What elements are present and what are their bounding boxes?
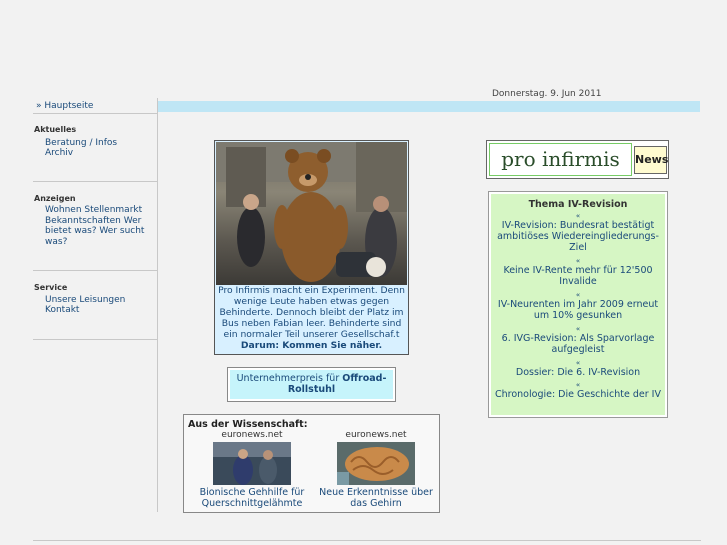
bullet-icon: « — [575, 359, 581, 367]
science-caption[interactable]: Neue Erkenntnisse über das Gehirn — [316, 487, 436, 509]
feature-teaser[interactable]: Pro Infirmis macht ein Experiment. Denn … — [214, 140, 409, 355]
iv-revision-box: Thema IV-Revision « IV-Revision: Bundesr… — [488, 191, 668, 418]
bullet-icon: « — [575, 291, 581, 299]
iv-news-item[interactable]: « IV-Revision: Bundesrat bestätigt ambit… — [495, 212, 661, 254]
sidebar-heading-aktuelles: Aktuelles — [34, 125, 77, 134]
iv-news-item[interactable]: « 6. IVG-Revision: Als Sparvorlage aufge… — [495, 325, 661, 356]
science-item[interactable]: euronews.net Bionische Gehhilfe für Quer… — [192, 430, 312, 509]
divider — [33, 339, 157, 340]
sidebar-heading-anzeigen: Anzeigen — [34, 194, 76, 203]
iv-news-item[interactable]: « Keine IV-Rente mehr für 12'500 Invalid… — [495, 257, 661, 288]
divider — [33, 181, 157, 182]
award-link-box[interactable]: Unternehmerpreis für Offroad-Rollstuhl — [227, 367, 396, 402]
science-box: Aus der Wissenschaft: euronews.net Bioni… — [183, 414, 440, 513]
science-title: Aus der Wissenschaft: — [188, 419, 308, 430]
iv-news-link[interactable]: 6. IVG-Revision: Als Sparvorlage aufgegl… — [502, 333, 655, 355]
sidebar-home-link[interactable]: » Hauptseite — [36, 101, 93, 111]
bullet-icon: « — [575, 381, 581, 389]
current-date: Donnerstag. 9. Jun 2011 — [492, 89, 602, 99]
sidebar-link-archiv[interactable]: Archiv — [45, 148, 150, 159]
sidebar-link-kontakt[interactable]: Kontakt — [45, 305, 150, 316]
sidebar-link-anzeigen[interactable]: Wohnen Stellenmarkt Bekanntschaften Wer … — [45, 205, 150, 247]
logo-news-box[interactable]: pro infirmis News — [486, 140, 669, 179]
sidebar: » Hauptseite Aktuelles Beratung / Infos … — [33, 98, 158, 512]
source-label: euronews.net — [345, 430, 407, 440]
bullet-icon: « — [575, 212, 581, 220]
bullet-icon: « — [575, 257, 581, 265]
footer-divider — [33, 540, 701, 541]
brain-thumbnail[interactable] — [337, 442, 415, 485]
science-caption[interactable]: Bionische Gehhilfe für Querschnittgelähm… — [192, 487, 312, 509]
exoskeleton-thumbnail[interactable] — [213, 442, 291, 485]
news-button[interactable]: News — [634, 146, 668, 174]
iv-news-link[interactable]: Keine IV-Rente mehr für 12'500 Invalide — [503, 265, 652, 287]
feature-description: Pro Infirmis macht ein Experiment. Denn … — [218, 285, 405, 340]
sidebar-heading-service: Service — [34, 283, 68, 292]
sidebar-link-beratung[interactable]: Beratung / Infos — [45, 138, 150, 149]
science-item[interactable]: euronews.net Neue Erkenntnisse über das … — [316, 430, 436, 509]
iv-news-link[interactable]: IV-Neurenten im Jahr 2009 erneut um 10% … — [498, 299, 658, 321]
iv-news-item[interactable]: « Chronologie: Die Geschichte der IV — [495, 381, 661, 401]
feature-text: Pro Infirmis macht ein Experiment. Denn … — [217, 285, 406, 351]
bullet-icon: « — [575, 325, 581, 333]
bear-costume-photo[interactable] — [216, 142, 407, 285]
award-prefix[interactable]: Unternehmerpreis für — [237, 373, 343, 384]
header-bar — [157, 101, 700, 112]
iv-news-link[interactable]: Dossier: Die 6. IV-Revision — [516, 367, 640, 378]
source-label: euronews.net — [221, 430, 283, 440]
iv-news-item[interactable]: « Dossier: Die 6. IV-Revision — [495, 359, 661, 379]
iv-news-item[interactable]: « IV-Neurenten im Jahr 2009 erneut um 10… — [495, 291, 661, 322]
divider — [33, 113, 157, 114]
iv-news-link[interactable]: IV-Revision: Bundesrat bestätigt ambitiö… — [497, 220, 659, 253]
iv-news-link[interactable]: Chronologie: Die Geschichte der IV — [495, 389, 661, 400]
pro-infirmis-logo[interactable]: pro infirmis — [489, 143, 632, 176]
sidebar-link-leistungen[interactable]: Unsere Leisungen — [45, 295, 150, 306]
divider — [33, 270, 157, 271]
iv-box-title: Thema IV-Revision — [528, 199, 628, 210]
feature-cta[interactable]: Darum: Kommen Sie näher. — [241, 340, 382, 351]
